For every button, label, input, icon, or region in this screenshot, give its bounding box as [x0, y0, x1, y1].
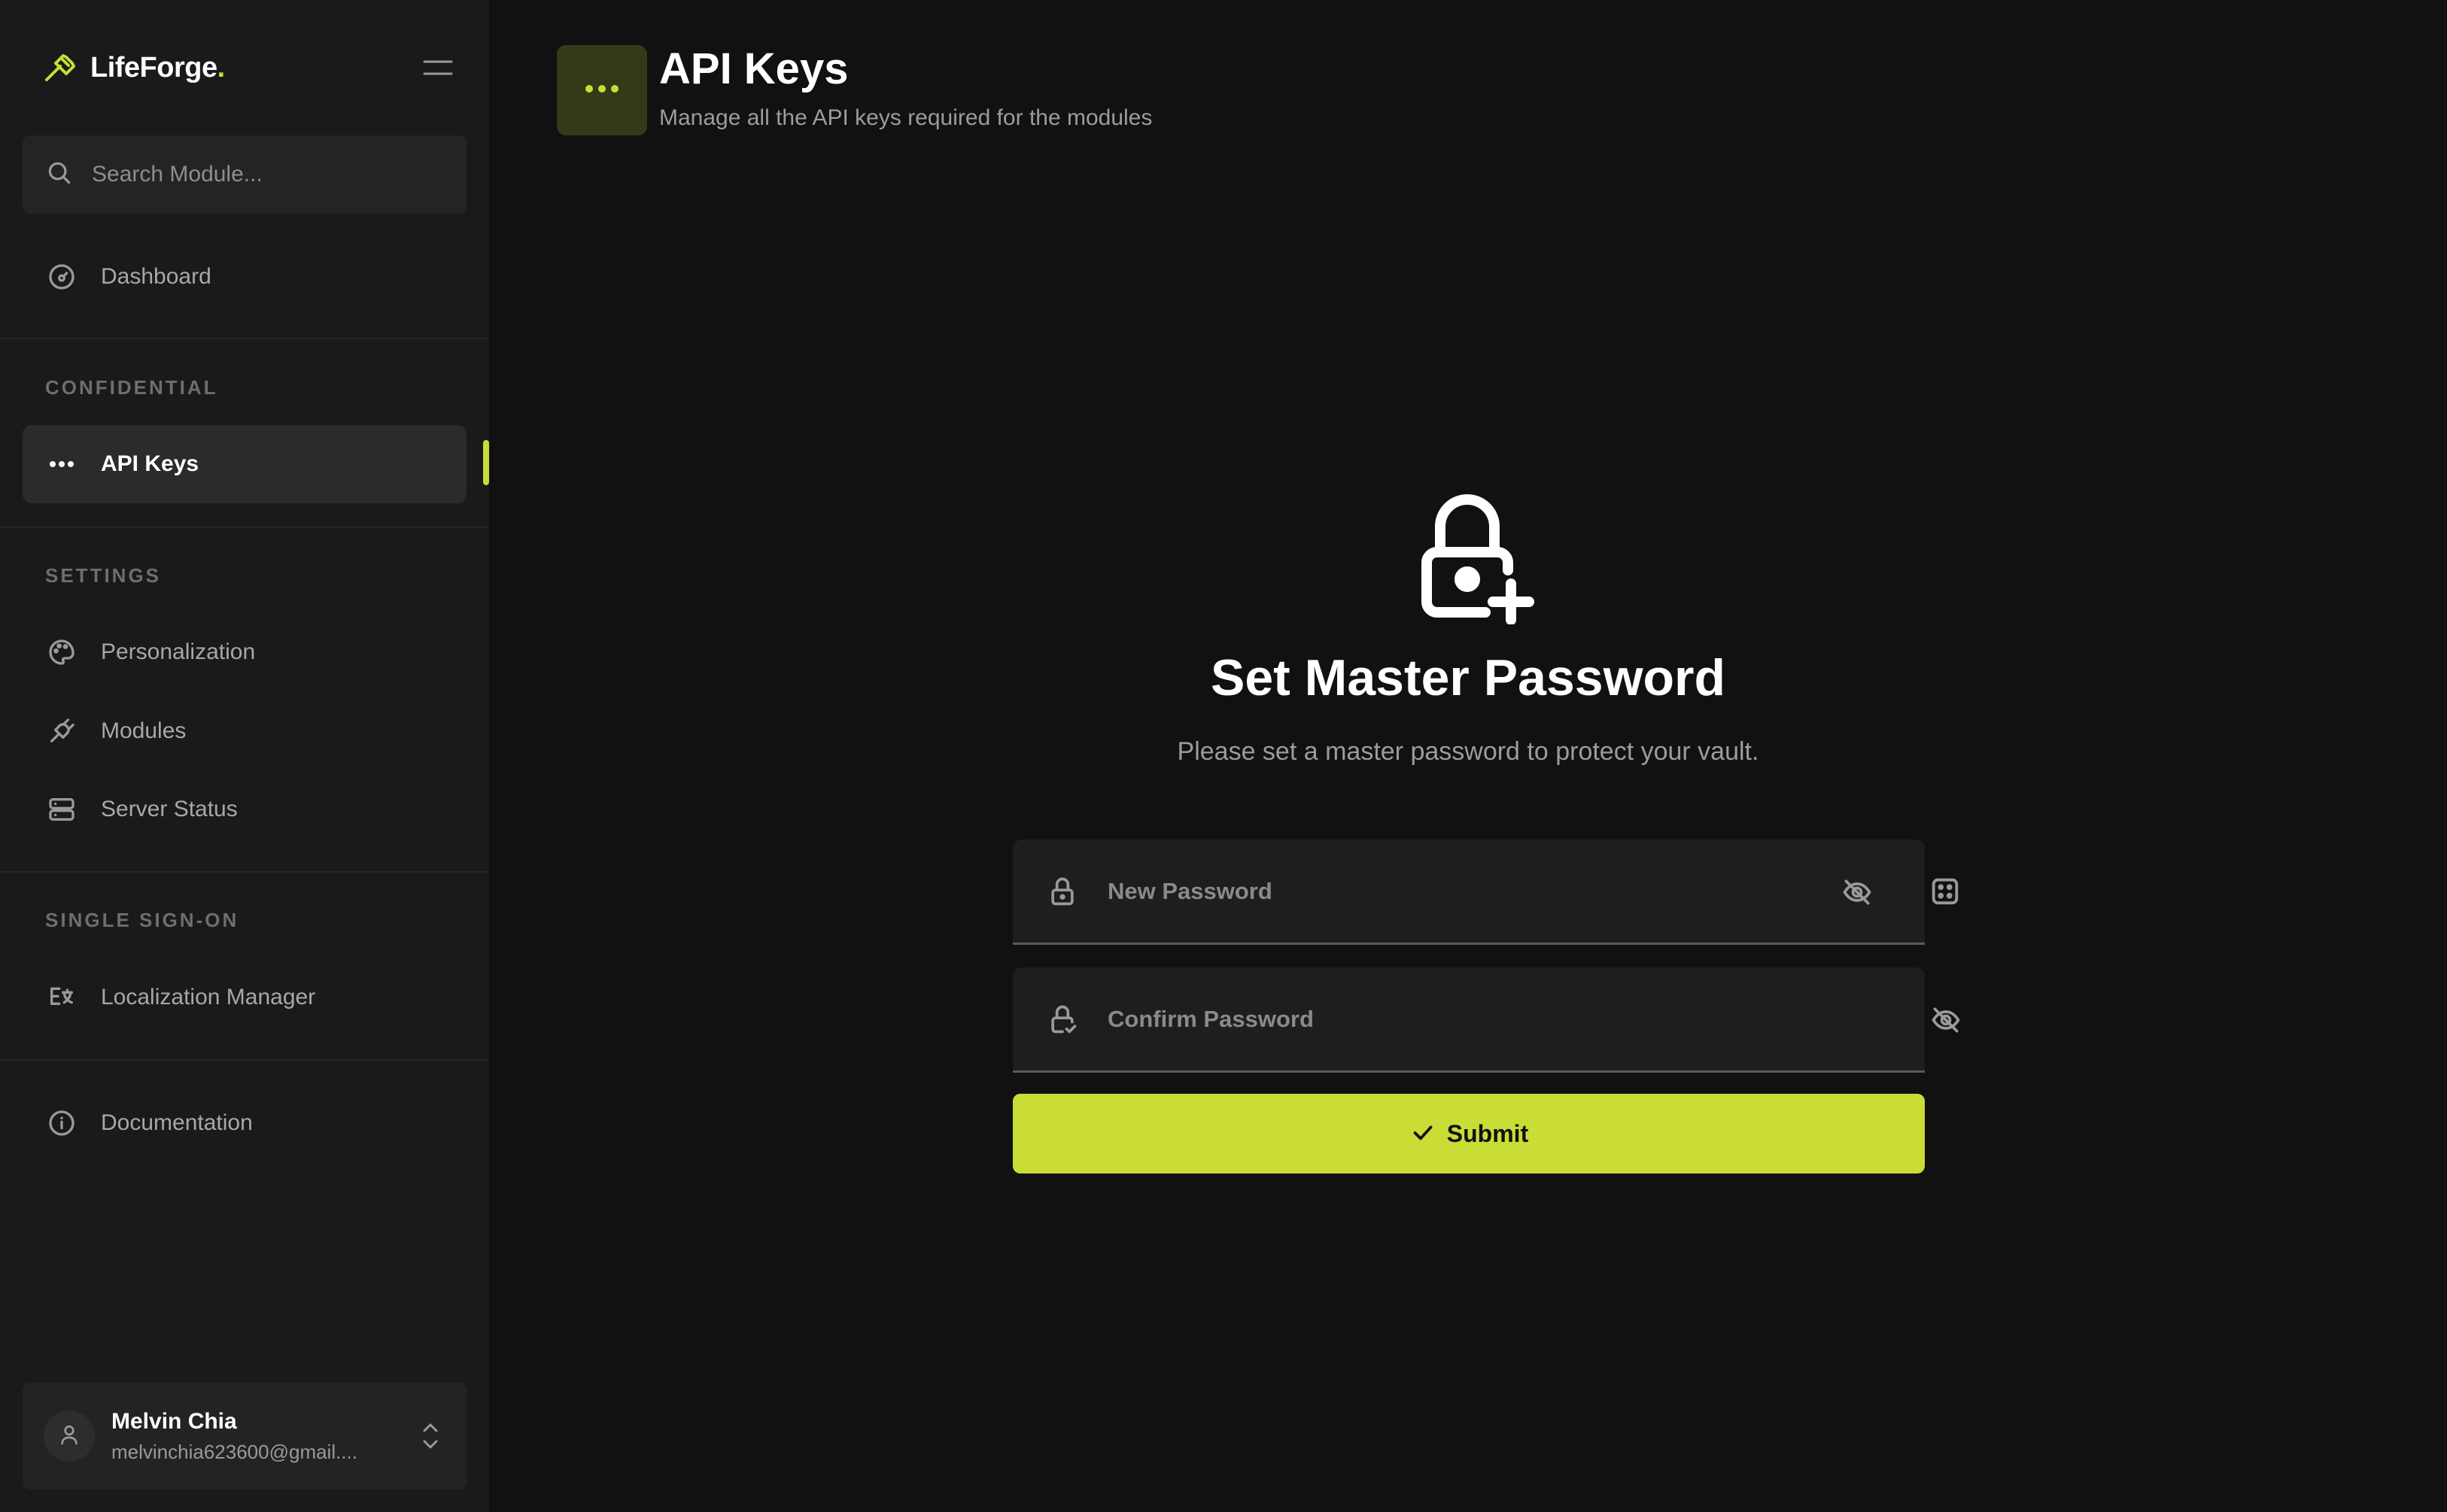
user-email: melvinchia623600@gmail.... [111, 1440, 358, 1463]
divider [0, 1059, 489, 1061]
sidebar-item-server-status[interactable]: Server Status [23, 770, 467, 849]
password-dots-icon [45, 448, 78, 481]
header-icon-box [557, 45, 647, 135]
sidebar-item-label: Dashboard [101, 264, 211, 289]
section-title-sso: SINGLE SIGN-ON [45, 909, 239, 931]
search-icon [45, 159, 74, 191]
plug-icon [45, 715, 78, 748]
setup-description: Please set a master password to protect … [1177, 737, 1759, 766]
new-password-input[interactable] [1108, 877, 1695, 905]
page-subtitle: Manage all the API keys required for the… [659, 105, 1153, 130]
sidebar-item-label: Modules [101, 718, 187, 743]
sidebar-item-api-keys[interactable]: API Keys [23, 425, 467, 503]
sidebar-item-documentation[interactable]: Documentation [23, 1084, 467, 1162]
setup-title: Set Master Password [1210, 649, 1726, 706]
sidebar-item-localization-manager[interactable]: Localization Manager [23, 958, 467, 1037]
language-icon [45, 981, 78, 1014]
submit-label: Submit [1446, 1119, 1529, 1147]
search-box[interactable] [23, 135, 467, 214]
sidebar-item-label: API Keys [101, 451, 199, 476]
search-input[interactable] [92, 162, 423, 187]
divider [0, 871, 489, 873]
user-name: Melvin Chia [111, 1408, 237, 1434]
server-icon [45, 793, 78, 826]
dice-icon[interactable] [1928, 874, 1962, 909]
password-dots-icon [582, 81, 622, 100]
section-title-confidential: CONFIDENTIAL [45, 376, 218, 399]
lock-check-icon [1046, 1003, 1079, 1036]
sidebar-item-modules[interactable]: Modules [23, 692, 467, 770]
confirm-password-input[interactable] [1108, 1005, 1695, 1033]
submit-button[interactable]: Submit [1013, 1094, 1925, 1173]
main-content: API Keys Manage all the API keys require… [489, 0, 2447, 1512]
lock-icon [1046, 875, 1079, 908]
sidebar-item-dashboard[interactable]: Dashboard [23, 238, 467, 316]
avatar [44, 1410, 95, 1462]
hammer-logo-icon [42, 48, 78, 88]
sidebar-item-personalization[interactable]: Personalization [23, 613, 467, 691]
user-info: Melvin Chia melvinchia623600@gmail.... [111, 1409, 382, 1464]
page-title: API Keys [659, 44, 849, 93]
confirm-password-field[interactable] [1013, 967, 1960, 1073]
sidebar-item-label: Localization Manager [101, 985, 316, 1010]
eye-off-icon[interactable] [1841, 876, 1874, 909]
menu-toggle-icon[interactable] [420, 53, 456, 83]
sidebar-item-label: Server Status [101, 797, 238, 821]
info-circle-icon [45, 1107, 78, 1140]
user-icon [57, 1422, 81, 1450]
divider [0, 338, 489, 339]
divider [0, 527, 489, 528]
dashboard-gauge-icon [45, 260, 78, 293]
chevron-up-down-icon[interactable] [414, 1417, 447, 1455]
palette-icon [45, 636, 78, 669]
user-card[interactable]: Melvin Chia melvinchia623600@gmail.... [23, 1383, 467, 1489]
lock-plus-icon [1407, 481, 1543, 625]
active-indicator [483, 440, 489, 485]
eye-off-icon[interactable] [1929, 1003, 1962, 1037]
sidebar-item-label: Personalization [101, 639, 256, 664]
sidebar-item-label: Documentation [101, 1110, 253, 1135]
section-title-settings: SETTINGS [45, 564, 162, 587]
sidebar: LifeForge. Dashboard CONFIDENTIAL API Ke… [0, 0, 489, 1512]
brand-name: LifeForge. [90, 51, 225, 83]
new-password-field[interactable] [1013, 839, 1959, 945]
brand[interactable]: LifeForge. [42, 45, 225, 90]
check-icon [1409, 1119, 1436, 1149]
